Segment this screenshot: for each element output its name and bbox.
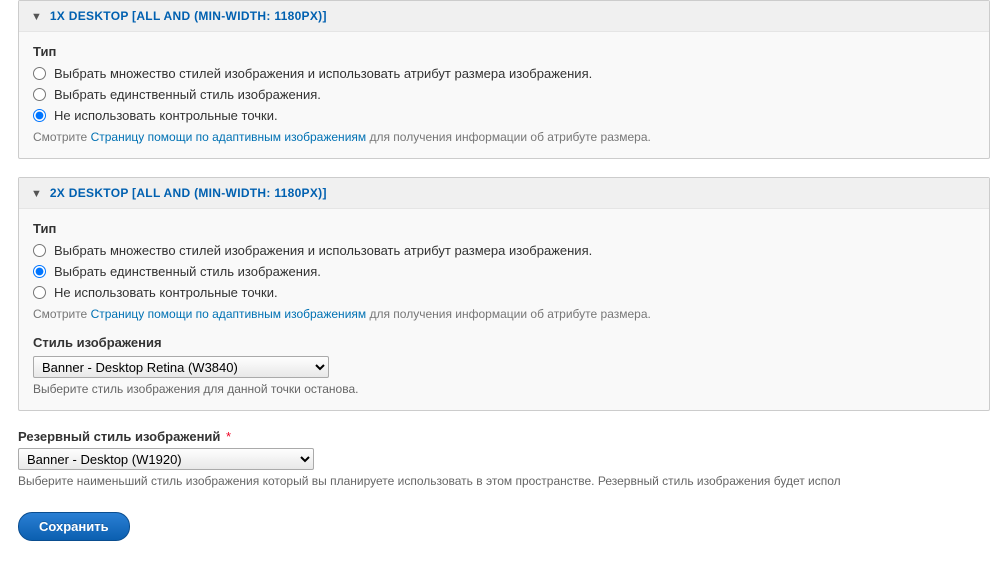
radio-row-2x-3: Не использовать контрольные точки.	[33, 284, 975, 301]
desc-1x-suffix: для получения информации об атрибуте раз…	[366, 130, 651, 144]
fieldset-1x-body: Тип Выбрать множество стилей изображения…	[19, 32, 989, 158]
radio-row-1x-1: Выбрать множество стилей изображения и и…	[33, 65, 975, 82]
desc-2x-suffix: для получения информации об атрибуте раз…	[366, 307, 651, 321]
fieldset-2x-desktop: ▼ 2X DESKTOP [ALL AND (MIN-WIDTH: 1180PX…	[18, 177, 990, 411]
type-label-2x: Тип	[33, 221, 975, 236]
fallback-help: Выберите наименьший стиль изображения ко…	[18, 474, 990, 488]
fieldset-2x-title: 2X DESKTOP [ALL AND (MIN-WIDTH: 1180PX)]	[50, 186, 327, 200]
desc-1x-prefix: Смотрите	[33, 130, 91, 144]
radio-2x-multiple[interactable]	[33, 244, 46, 257]
type-label-1x: Тип	[33, 44, 975, 59]
description-1x: Смотрите Страницу помощи по адаптивным и…	[33, 130, 975, 144]
fallback-label: Резервный стиль изображений	[18, 429, 220, 444]
fieldset-1x-title: 1X DESKTOP [ALL AND (MIN-WIDTH: 1180PX)]	[50, 9, 327, 23]
radio-1x-single-label[interactable]: Выбрать единственный стиль изображения.	[54, 87, 321, 102]
radio-2x-multiple-label[interactable]: Выбрать множество стилей изображения и и…	[54, 243, 592, 258]
fallback-style-field: Резервный стиль изображений * Banner - D…	[18, 429, 990, 488]
radio-2x-none-label[interactable]: Не использовать контрольные точки.	[54, 285, 278, 300]
radio-1x-single[interactable]	[33, 88, 46, 101]
radio-row-1x-3: Не использовать контрольные точки.	[33, 107, 975, 124]
radio-2x-single[interactable]	[33, 265, 46, 278]
fieldset-2x-body: Тип Выбрать множество стилей изображения…	[19, 209, 989, 410]
radio-1x-none[interactable]	[33, 109, 46, 122]
radio-2x-single-label[interactable]: Выбрать единственный стиль изображения.	[54, 264, 321, 279]
fieldset-2x-header[interactable]: ▼ 2X DESKTOP [ALL AND (MIN-WIDTH: 1180PX…	[19, 178, 989, 209]
image-style-field-2x: Стиль изображения Banner - Desktop Retin…	[33, 335, 975, 396]
image-style-help-2x: Выберите стиль изображения для данной то…	[33, 382, 975, 396]
radio-row-1x-2: Выбрать единственный стиль изображения.	[33, 86, 975, 103]
radio-1x-none-label[interactable]: Не использовать контрольные точки.	[54, 108, 278, 123]
required-indicator: *	[226, 429, 231, 444]
radio-2x-none[interactable]	[33, 286, 46, 299]
radio-1x-multiple[interactable]	[33, 67, 46, 80]
image-style-select-2x[interactable]: Banner - Desktop Retina (W3840)	[33, 356, 329, 378]
fallback-style-select[interactable]: Banner - Desktop (W1920)	[18, 448, 314, 470]
collapse-arrow-icon: ▼	[31, 11, 42, 23]
save-button[interactable]: Сохранить	[18, 512, 130, 541]
help-link-2x[interactable]: Страницу помощи по адаптивным изображени…	[91, 307, 367, 321]
radio-row-2x-2: Выбрать единственный стиль изображения.	[33, 263, 975, 280]
description-2x: Смотрите Страницу помощи по адаптивным и…	[33, 307, 975, 321]
collapse-arrow-icon: ▼	[31, 188, 42, 200]
fieldset-1x-header[interactable]: ▼ 1X DESKTOP [ALL AND (MIN-WIDTH: 1180PX…	[19, 1, 989, 32]
help-link-1x[interactable]: Страницу помощи по адаптивным изображени…	[91, 130, 367, 144]
fieldset-1x-desktop: ▼ 1X DESKTOP [ALL AND (MIN-WIDTH: 1180PX…	[18, 0, 990, 159]
radio-1x-multiple-label[interactable]: Выбрать множество стилей изображения и и…	[54, 66, 592, 81]
image-style-label-2x: Стиль изображения	[33, 335, 975, 350]
radio-row-2x-1: Выбрать множество стилей изображения и и…	[33, 242, 975, 259]
desc-2x-prefix: Смотрите	[33, 307, 91, 321]
